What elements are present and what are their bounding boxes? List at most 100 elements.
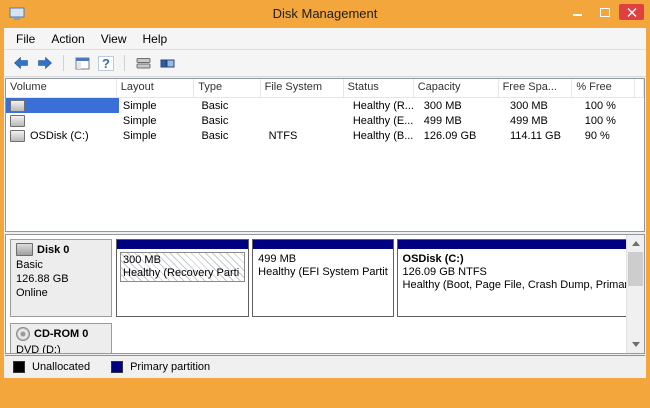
down-arrow-icon xyxy=(632,342,640,347)
table-row[interactable]: OSDisk (C:) Simple Basic NTFS Healthy (B… xyxy=(6,128,644,143)
titlebar[interactable]: Disk Management xyxy=(0,0,650,28)
unallocated-swatch xyxy=(13,361,25,373)
disk0-row: Disk 0 Basic 126.88 GB Online 300 MB Hea… xyxy=(10,239,620,317)
primary-partition-label: Primary partition xyxy=(130,361,210,373)
primary-partition-bar xyxy=(253,240,392,249)
type-cell: Basic xyxy=(197,128,264,143)
cdrom0-name: CD-ROM 0 xyxy=(34,328,88,340)
disk-management-window: Disk Management File Action View Help xyxy=(0,0,650,408)
free-space-cell: 114.11 GB xyxy=(506,128,581,143)
scrollbar-thumb[interactable] xyxy=(628,252,643,286)
minimize-button[interactable] xyxy=(565,4,590,20)
volume-cell xyxy=(6,98,119,113)
menu-view[interactable]: View xyxy=(93,29,135,49)
window-title: Disk Management xyxy=(0,6,650,21)
scroll-down-button[interactable] xyxy=(627,336,644,353)
menu-help[interactable]: Help xyxy=(135,29,176,49)
cdrom0-info-box[interactable]: CD-ROM 0 DVD (D:) xyxy=(10,323,112,354)
partition-status: Healthy (Boot, Page File, Crash Dump, Pr… xyxy=(403,279,645,292)
capacity-cell: 499 MB xyxy=(420,113,506,128)
window-content: File Action View Help ? xyxy=(4,28,646,378)
close-button[interactable] xyxy=(619,4,644,20)
column-header-percent-free[interactable]: % Free xyxy=(572,79,635,97)
up-arrow-icon xyxy=(632,241,640,246)
cdrom0-type: DVD (D:) xyxy=(16,343,106,354)
file-system-cell: NTFS xyxy=(265,128,349,143)
console-window-icon[interactable] xyxy=(73,55,91,71)
menubar: File Action View Help xyxy=(4,28,646,50)
disk-list-icon[interactable] xyxy=(134,55,152,71)
back-arrow-icon[interactable] xyxy=(12,55,30,71)
type-cell: Basic xyxy=(197,113,264,128)
volume-label: OSDisk (C:) xyxy=(30,130,89,142)
column-header-file-system[interactable]: File System xyxy=(261,79,344,97)
unallocated-label: Unallocated xyxy=(32,361,90,373)
column-header-free-space[interactable]: Free Spa... xyxy=(499,79,573,97)
file-system-cell xyxy=(265,113,349,128)
legend-bar: Unallocated Primary partition xyxy=(5,355,645,378)
column-header-type[interactable]: Type xyxy=(194,79,260,97)
forward-arrow-icon[interactable] xyxy=(36,55,54,71)
capacity-cell: 300 MB xyxy=(420,98,506,113)
status-cell: Healthy (E... xyxy=(349,113,420,128)
partition-recovery[interactable]: 300 MB Healthy (Recovery Parti xyxy=(116,239,249,317)
free-space-cell: 499 MB xyxy=(506,113,581,128)
primary-partition-bar xyxy=(398,240,645,249)
partition-efi[interactable]: 499 MB Healthy (EFI System Partit xyxy=(252,239,393,317)
column-header-status[interactable]: Status xyxy=(344,79,414,97)
status-cell: Healthy (B... xyxy=(349,128,420,143)
partition-size: 499 MB xyxy=(258,253,387,266)
help-glyph: ? xyxy=(98,56,114,71)
toolbar: ? xyxy=(4,50,646,77)
vertical-scrollbar[interactable] xyxy=(626,235,644,353)
disk-icon xyxy=(16,243,33,256)
percent-free-cell: 100 % xyxy=(581,98,644,113)
disk0-info-box[interactable]: Disk 0 Basic 126.88 GB Online xyxy=(10,239,112,317)
cdrom-icon xyxy=(16,327,30,341)
graphical-view: Disk 0 Basic 126.88 GB Online 300 MB Hea… xyxy=(5,234,645,354)
disk0-size: 126.88 GB xyxy=(16,272,106,286)
volume-icon xyxy=(10,100,25,112)
layout-cell: Simple xyxy=(119,98,198,113)
toolbar-separator xyxy=(124,55,125,71)
help-icon[interactable]: ? xyxy=(97,55,115,71)
toolbar-separator xyxy=(63,55,64,71)
capacity-cell: 126.09 GB xyxy=(420,128,506,143)
disk0-type: Basic xyxy=(16,258,106,272)
partition-osdisk[interactable]: OSDisk (C:) 126.09 GB NTFS Healthy (Boot… xyxy=(397,239,645,317)
status-cell: Healthy (R... xyxy=(349,98,420,113)
disk0-partitions: 300 MB Healthy (Recovery Parti 499 MB He… xyxy=(116,239,645,317)
cdrom0-row: CD-ROM 0 DVD (D:) xyxy=(10,323,620,354)
volume-cell xyxy=(6,113,119,128)
percent-free-cell: 100 % xyxy=(581,113,644,128)
column-header-filler xyxy=(635,79,644,97)
disk0-status: Online xyxy=(16,286,106,300)
volume-cell: OSDisk (C:) xyxy=(6,128,119,143)
disk0-name: Disk 0 xyxy=(37,244,69,256)
percent-free-cell: 90 % xyxy=(581,128,644,143)
volume-icon xyxy=(10,130,25,142)
scroll-up-button[interactable] xyxy=(627,235,644,252)
volume-list-header: Volume Layout Type File System Status Ca… xyxy=(6,79,644,98)
free-space-cell: 300 MB xyxy=(506,98,581,113)
partition-status: Healthy (Recovery Parti xyxy=(123,267,242,280)
file-system-cell xyxy=(265,98,349,113)
partition-size: 300 MB xyxy=(123,254,242,267)
primary-partition-bar xyxy=(117,240,248,249)
column-header-volume[interactable]: Volume xyxy=(6,79,117,97)
primary-partition-swatch xyxy=(111,361,123,373)
table-row[interactable]: Simple Basic Healthy (R... 300 MB 300 MB… xyxy=(6,98,644,113)
menu-action[interactable]: Action xyxy=(43,29,92,49)
partition-status: Healthy (EFI System Partit xyxy=(258,266,387,279)
menu-file[interactable]: File xyxy=(8,29,43,49)
type-cell: Basic xyxy=(197,98,264,113)
column-header-capacity[interactable]: Capacity xyxy=(414,79,499,97)
graph-view-icon[interactable] xyxy=(158,55,176,71)
volume-list: Volume Layout Type File System Status Ca… xyxy=(5,78,645,232)
layout-cell: Simple xyxy=(119,113,198,128)
layout-cell: Simple xyxy=(119,128,198,143)
column-header-layout[interactable]: Layout xyxy=(117,79,194,97)
caption-buttons xyxy=(565,4,644,20)
table-row[interactable]: Simple Basic Healthy (E... 499 MB 499 MB… xyxy=(6,113,644,128)
maximize-button[interactable] xyxy=(592,4,617,20)
